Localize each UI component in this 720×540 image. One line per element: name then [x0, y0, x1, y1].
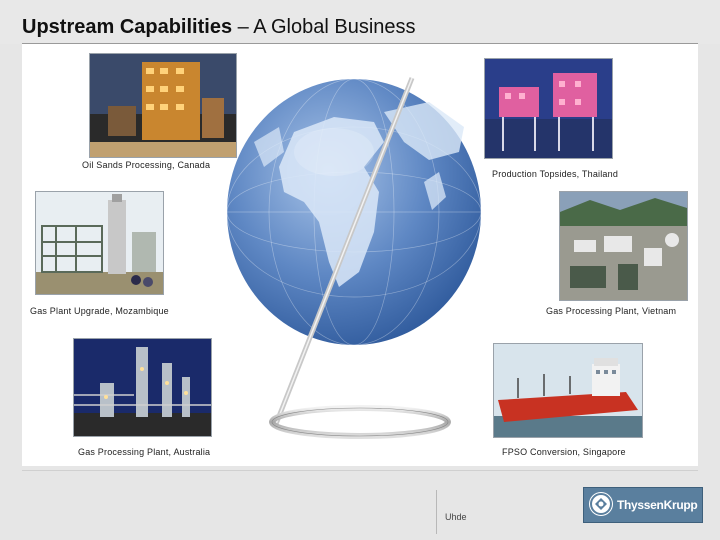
thyssenkrupp-logo: ThyssenKrupp	[583, 487, 703, 523]
division-name: Uhde	[445, 512, 467, 522]
thyssenkrupp-badge-icon	[589, 492, 613, 516]
caption-fpso-singapore: FPSO Conversion, Singapore	[502, 447, 626, 457]
photo-gas-plant-mozambique	[35, 191, 164, 295]
photo-production-topsides-thailand	[484, 58, 613, 159]
caption-gas-processing-australia: Gas Processing Plant, Australia	[78, 447, 211, 457]
photo-oil-sands-canada	[89, 53, 237, 158]
caption-oil-sands: Oil Sands Processing, Canada	[82, 160, 211, 170]
footer-divider	[22, 470, 698, 471]
photo-gas-processing-vietnam	[559, 191, 688, 301]
globe-illustration	[224, 72, 500, 452]
photo-fpso-singapore	[493, 343, 643, 438]
caption-gas-plant-mozambique: Gas Plant Upgrade, Mozambique	[30, 306, 169, 316]
slide-title-rest: – A Global Business	[232, 16, 416, 38]
slide-title-bold: Upstream Capabilities	[22, 16, 233, 38]
brand-name: ThyssenKrupp	[617, 498, 698, 512]
caption-production-topsides: Production Topsides, Thailand	[492, 169, 619, 179]
caption-gas-processing-vietnam: Gas Processing Plant, Vietnam	[546, 306, 677, 316]
uhde-label-area: Uhde	[436, 490, 577, 534]
photo-gas-processing-australia	[73, 338, 212, 437]
slide-title: Upstream Capabilities – A Global Busines…	[22, 16, 416, 39]
